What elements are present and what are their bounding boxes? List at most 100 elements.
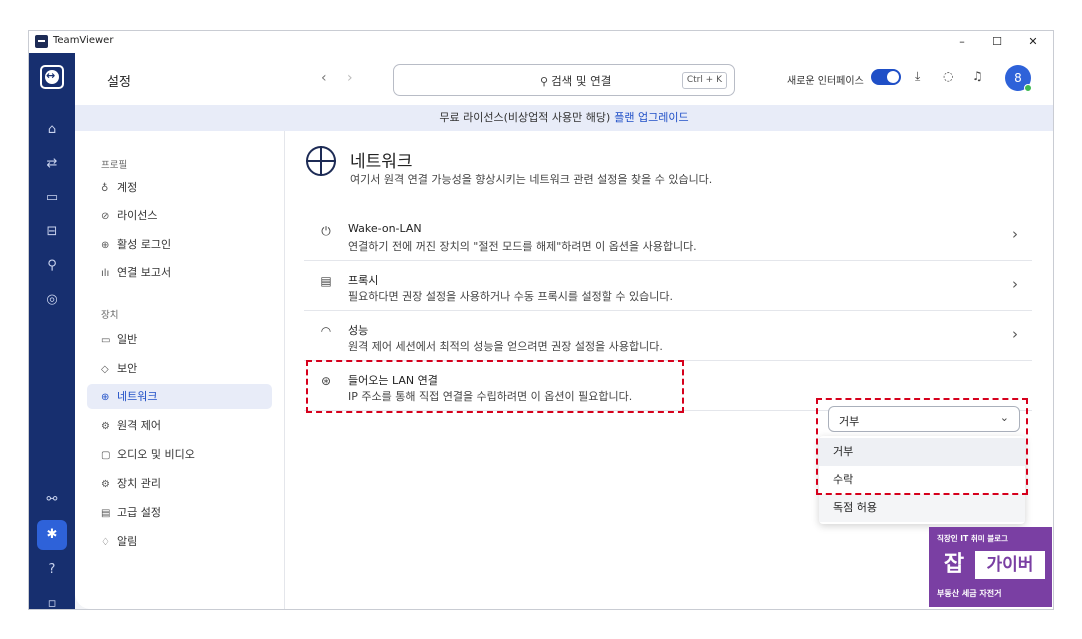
- feedback-chat-icon[interactable]: ◌: [943, 69, 953, 83]
- left-rail: ⌂ ⇄ ▭ ⊟ ⚲ ◎ ⚯ ✱ ? ▫: [29, 53, 75, 609]
- chevron-right-icon: ›: [1012, 225, 1018, 243]
- setting-row-incoming-lan: ⊛ 들어오는 LAN 연결 IP 주소를 통해 직접 연결을 수립하려면 이 옵…: [304, 361, 1032, 411]
- teamviewer-logo-icon: [35, 35, 48, 48]
- sidebar-item-label: 계정: [117, 181, 138, 194]
- new-interface-toggle[interactable]: [871, 69, 901, 85]
- close-button[interactable]: ✕: [1018, 33, 1048, 51]
- sidebar-item-advanced[interactable]: ▤ 고급 설정: [87, 500, 272, 525]
- maximize-button[interactable]: ☐: [982, 33, 1012, 51]
- sidebar-item-label: 보안: [117, 362, 138, 375]
- avatar[interactable]: 8: [1005, 65, 1032, 92]
- selected-value: 거부: [839, 415, 860, 428]
- settings-gear-icon[interactable]: ✱: [37, 520, 67, 550]
- content-area: 설정 ‹ › ⚲ 검색 및 연결 Ctrl + K 새로운 인터페이스 ⤓ ◌ ♫…: [75, 53, 1053, 609]
- row-title: 성능: [348, 324, 369, 337]
- chevron-right-icon: ›: [1012, 275, 1018, 293]
- row-description: IP 주소를 통해 직접 연결을 수립하려면 이 옵션이 필요합니다.: [348, 390, 633, 403]
- page-title: 설정: [107, 75, 131, 90]
- online-status-dot: [1024, 84, 1032, 92]
- sidebar-item-label: 고급 설정: [117, 506, 161, 519]
- search-shortcut-badge: Ctrl + K: [681, 72, 727, 89]
- chevron-right-icon: ›: [1012, 325, 1018, 343]
- blog-watermark: 직장인 IT 취미 블로그 잡 가이버 부동산 세금 자전거: [929, 527, 1052, 607]
- bell-icon: ♢: [101, 537, 110, 548]
- proxy-server-icon: ▤: [320, 274, 332, 288]
- watermark-logo-part2: 가이버: [975, 551, 1045, 579]
- sidebar-item-label: 원격 제어: [117, 419, 161, 432]
- lan-options-dropdown: 거부 수락 독점 허용: [819, 436, 1025, 524]
- lan-connection-select[interactable]: 거부 ⌄: [828, 406, 1020, 432]
- option-accept[interactable]: 수락: [819, 466, 1025, 494]
- collapse-panel-icon[interactable]: ▫: [37, 589, 67, 609]
- watermark-tagline: 직장인 IT 취미 블로그: [937, 534, 1008, 543]
- remote-support-icon[interactable]: ◎: [37, 285, 67, 315]
- shield-icon: ◇: [101, 364, 109, 375]
- speedometer-icon: ◠: [320, 324, 332, 338]
- sidebar-item-account[interactable]: ♁ 계정: [87, 175, 272, 200]
- section-profile: 프로필: [101, 160, 128, 171]
- setting-row-wake-on-lan[interactable]: ⏻ Wake-on-LAN 연결하기 전에 꺼진 장치의 "절전 모드를 해제"…: [304, 211, 1032, 261]
- advanced-settings-icon: ▤: [101, 508, 111, 519]
- setting-row-proxy[interactable]: ▤ 프록시 필요하다면 권장 설정을 사용하거나 수동 프록시를 설정할 수 있…: [304, 261, 1032, 311]
- network-globe-icon: [306, 146, 336, 176]
- bar-chart-icon: ılı: [101, 268, 110, 279]
- forward-button[interactable]: ›: [347, 70, 353, 86]
- search-icon: ⚲: [540, 75, 549, 88]
- sidebar-item-label: 장치 관리: [117, 477, 161, 490]
- sidebar-item-connection-report[interactable]: ılı 연결 보고서: [87, 260, 272, 285]
- chevron-down-icon: ⌄: [999, 411, 1009, 424]
- chat-icon[interactable]: ▭: [37, 183, 67, 213]
- check-circle-icon: ⊘: [101, 211, 110, 222]
- back-button[interactable]: ‹: [321, 70, 327, 86]
- sidebar-item-audio-video[interactable]: ▢ 오디오 및 비디오: [87, 442, 272, 467]
- sidebar-item-label: 라이선스: [117, 209, 158, 222]
- app-window: TeamViewer – ☐ ✕ ⌂ ⇄ ▭ ⊟ ⚲ ◎ ⚯ ✱ ? ▫ 설정 …: [28, 30, 1054, 610]
- monitor-icon: ▭: [101, 335, 111, 346]
- arrow-circle-icon: ⊛: [320, 374, 332, 388]
- integrations-icon[interactable]: ⚯: [37, 485, 67, 515]
- remote-screen-icon: ⚙: [101, 421, 110, 432]
- teamviewer-home-logo-icon[interactable]: [40, 65, 64, 89]
- sidebar-item-label: 오디오 및 비디오: [117, 448, 195, 461]
- new-interface-label: 새로운 인터페이스: [787, 76, 864, 87]
- sidebar-item-notifications[interactable]: ♢ 알림: [87, 529, 272, 554]
- sidebar-item-label: 네트워크: [117, 390, 158, 403]
- help-icon[interactable]: ?: [37, 555, 67, 585]
- option-exclusive[interactable]: 독점 허용: [819, 494, 1025, 522]
- sidebar-item-label: 알림: [117, 535, 138, 548]
- row-description: 필요하다면 권장 설정을 사용하거나 수동 프록시를 설정할 수 있습니다.: [348, 290, 673, 303]
- download-icon[interactable]: ⤓: [915, 69, 920, 84]
- sidebar-item-general[interactable]: ▭ 일반: [87, 327, 272, 352]
- globe-icon: ⊕: [101, 392, 110, 403]
- title-bar: TeamViewer – ☐ ✕: [29, 31, 1053, 53]
- user-icon: ♁: [101, 183, 109, 194]
- device-gear-icon: ⚙: [101, 479, 110, 490]
- management-icon[interactable]: ⚲: [37, 251, 67, 281]
- sidebar-item-network[interactable]: ⊕ 네트워크: [87, 384, 272, 409]
- devices-icon[interactable]: ⊟: [37, 217, 67, 247]
- row-description: 원격 제어 세션에서 최적의 성능을 얻으려면 권장 설정을 사용합니다.: [348, 340, 663, 353]
- sidebar-item-label: 활성 로그인: [117, 238, 172, 251]
- power-icon: ⏻: [321, 224, 331, 238]
- sidebar-item-security[interactable]: ◇ 보안: [87, 356, 272, 381]
- panel-title: 네트워크: [350, 152, 413, 172]
- sidebar-item-label: 일반: [117, 333, 138, 346]
- minimize-button[interactable]: –: [947, 33, 977, 51]
- connect-arrows-icon[interactable]: ⇄: [37, 149, 67, 179]
- panel-subtitle: 여기서 원격 연결 가능성을 향상시키는 네트워크 관련 설정을 찾을 수 있습…: [350, 173, 713, 186]
- row-description: 연결하기 전에 꺼진 장치의 "절전 모드를 해제"하려면 이 옵션을 사용합니…: [348, 240, 697, 253]
- option-deny[interactable]: 거부: [819, 438, 1025, 466]
- main-area: 설정 ‹ › ⚲ 검색 및 연결 Ctrl + K 새로운 인터페이스 ⤓ ◌ ♫…: [75, 53, 1053, 609]
- sidebar-item-active-logins[interactable]: ⊕ 활성 로그인: [87, 232, 272, 257]
- bell-icon[interactable]: ♫: [972, 69, 983, 83]
- sidebar-item-device-management[interactable]: ⚙ 장치 관리: [87, 471, 272, 496]
- window-title: TeamViewer: [53, 35, 114, 46]
- sidebar-item-remote-control[interactable]: ⚙ 원격 제어: [87, 413, 272, 438]
- upgrade-plan-link[interactable]: 플랜 업그레이드: [614, 111, 688, 124]
- sidebar-item-license[interactable]: ⊘ 라이선스: [87, 203, 272, 228]
- home-icon[interactable]: ⌂: [37, 115, 67, 145]
- search-bar[interactable]: ⚲ 검색 및 연결 Ctrl + K: [393, 64, 735, 96]
- setting-row-performance[interactable]: ◠ 성능 원격 제어 세션에서 최적의 성능을 얻으려면 권장 설정을 사용합니…: [304, 311, 1032, 361]
- license-text: 무료 라이선스(비상업적 사용만 해당): [439, 111, 611, 124]
- camera-icon: ▢: [101, 450, 111, 461]
